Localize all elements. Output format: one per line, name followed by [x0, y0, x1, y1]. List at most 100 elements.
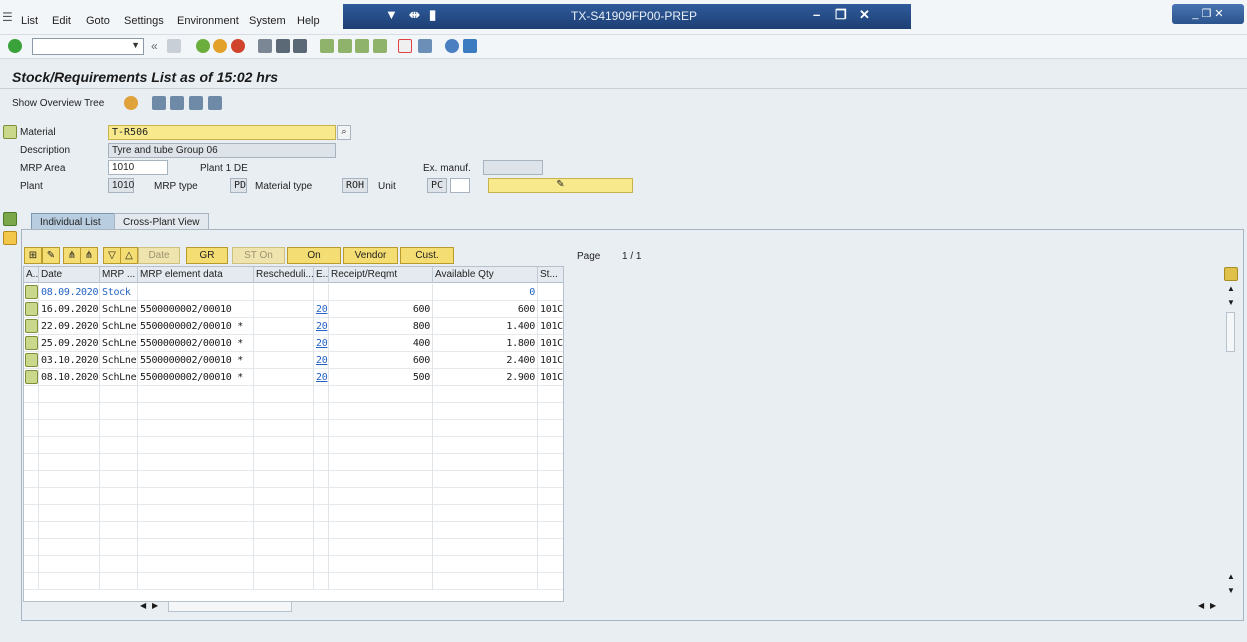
- cell-e[interactable]: [314, 539, 329, 556]
- expand-icon[interactable]: ⊞: [24, 247, 42, 264]
- row-select-cell[interactable]: [24, 369, 39, 386]
- table-row[interactable]: [24, 505, 563, 522]
- cell-e[interactable]: [314, 573, 329, 590]
- customize-icon[interactable]: ⇹: [409, 7, 420, 23]
- scroll-up-bottom-icon[interactable]: ▲: [1227, 572, 1235, 581]
- filter-icon[interactable]: [170, 96, 184, 110]
- find-next-icon[interactable]: [293, 39, 307, 53]
- cell-e[interactable]: [314, 471, 329, 488]
- user-icon[interactable]: [124, 96, 138, 110]
- table-row[interactable]: 22.09.2020 SchLne 5500000002/00010 * 20 800 1…: [24, 318, 563, 335]
- cell-e[interactable]: [314, 522, 329, 539]
- row-select-cell[interactable]: [24, 522, 39, 539]
- col-header-mrp[interactable]: MRP ...: [100, 267, 138, 283]
- vertical-scrollbar[interactable]: ▲ ▼ ▲ ▼: [1224, 266, 1238, 602]
- table-row[interactable]: [24, 471, 563, 488]
- cell-e[interactable]: [314, 403, 329, 420]
- mrp-area-field[interactable]: 1010: [108, 160, 168, 175]
- cell-e[interactable]: [314, 488, 329, 505]
- cell-e[interactable]: [314, 437, 329, 454]
- on-button[interactable]: On: [287, 247, 341, 264]
- last-page-icon[interactable]: [373, 39, 387, 53]
- scroll-down-icon[interactable]: ▼: [1227, 298, 1235, 307]
- row-select-cell[interactable]: [24, 556, 39, 573]
- tab-individual-list[interactable]: Individual List: [31, 213, 115, 230]
- vertical-scroll-thumb[interactable]: [1226, 312, 1235, 352]
- row-select-cell[interactable]: [24, 539, 39, 556]
- detail-magnifier-icon[interactable]: [25, 370, 38, 384]
- row-select-cell[interactable]: [24, 420, 39, 437]
- exit-icon[interactable]: [213, 39, 227, 53]
- collapse-icon[interactable]: ▽: [103, 247, 121, 264]
- detail-magnifier-icon[interactable]: [25, 353, 38, 367]
- row-select-cell[interactable]: [24, 352, 39, 369]
- back-icon[interactable]: [196, 39, 210, 53]
- row-select-cell[interactable]: [24, 301, 39, 318]
- horizontal-scrollbar[interactable]: ◀ ▶ ◀ ▶: [138, 601, 1223, 613]
- row-select-cell[interactable]: [24, 505, 39, 522]
- table-row[interactable]: 25.09.2020 SchLne 5500000002/00010 * 20 400 1…: [24, 335, 563, 352]
- row-select-cell[interactable]: [24, 471, 39, 488]
- cust-button[interactable]: Cust.: [400, 247, 454, 264]
- tree-left-icon[interactable]: ⋔: [63, 247, 81, 264]
- gr-button[interactable]: GR: [186, 247, 228, 264]
- folder-icon[interactable]: [3, 231, 17, 245]
- menu-settings[interactable]: Settings: [124, 15, 164, 27]
- row-select-cell[interactable]: [24, 403, 39, 420]
- row-select-cell[interactable]: [24, 454, 39, 471]
- vendor-button[interactable]: Vendor: [343, 247, 398, 264]
- col-header-rescheduling[interactable]: Rescheduli...: [254, 267, 314, 283]
- layout-menu-icon[interactable]: [463, 39, 477, 53]
- table-row[interactable]: 08.09.2020 Stock 0: [24, 284, 563, 301]
- cell-e[interactable]: 20: [314, 352, 329, 369]
- detail-magnifier-icon[interactable]: [25, 319, 38, 333]
- save-icon[interactable]: [167, 39, 181, 53]
- col-header-mrp-element-data[interactable]: MRP element data: [138, 267, 254, 283]
- row-select-cell[interactable]: [24, 386, 39, 403]
- st-on-button[interactable]: ST On: [232, 247, 285, 264]
- table-row[interactable]: 08.10.2020 SchLne 5500000002/00010 * 20 500 2…: [24, 369, 563, 386]
- table-row[interactable]: [24, 420, 563, 437]
- restore-icon[interactable]: ❐: [835, 7, 847, 23]
- table-row[interactable]: [24, 539, 563, 556]
- find-icon[interactable]: [276, 39, 290, 53]
- table-row[interactable]: [24, 403, 563, 420]
- print-icon[interactable]: [258, 39, 272, 53]
- table-row[interactable]: [24, 488, 563, 505]
- scroll-right-icon[interactable]: ▶: [152, 601, 158, 610]
- refresh-icon[interactable]: [152, 96, 166, 110]
- table-row[interactable]: [24, 386, 563, 403]
- scroll-left-end-icon[interactable]: ◀: [1198, 601, 1204, 610]
- cell-e[interactable]: 20: [314, 318, 329, 335]
- filter-delete-icon[interactable]: [208, 96, 222, 110]
- row-select-cell[interactable]: [24, 488, 39, 505]
- table-row[interactable]: [24, 454, 563, 471]
- cell-e[interactable]: 20: [314, 369, 329, 386]
- row-select-cell[interactable]: [24, 573, 39, 590]
- material-field[interactable]: T-R506: [108, 125, 336, 140]
- sum-icon[interactable]: [3, 212, 17, 226]
- row-select-cell[interactable]: [24, 318, 39, 335]
- previous-page-icon[interactable]: [338, 39, 352, 53]
- cell-e[interactable]: [314, 556, 329, 573]
- menu-system[interactable]: System: [249, 15, 286, 27]
- settings-icon[interactable]: [189, 96, 203, 110]
- minimize-icon[interactable]: –: [813, 7, 820, 22]
- first-page-icon[interactable]: [320, 39, 334, 53]
- table-row[interactable]: [24, 556, 563, 573]
- search-icon[interactable]: ⌕: [337, 125, 351, 140]
- cell-e[interactable]: [314, 454, 329, 471]
- cancel-icon[interactable]: [231, 39, 245, 53]
- menu-goto[interactable]: Goto: [86, 15, 110, 27]
- edit-note-button[interactable]: ✎: [488, 178, 633, 193]
- col-header-available-qty[interactable]: Available Qty: [433, 267, 538, 283]
- scroll-up-icon[interactable]: ▲: [1227, 284, 1235, 293]
- col-header-st[interactable]: St...: [538, 267, 563, 283]
- row-select-cell[interactable]: [24, 284, 39, 301]
- cell-e[interactable]: [314, 386, 329, 403]
- back-double-icon[interactable]: «: [151, 39, 158, 53]
- col-header-date[interactable]: Date: [39, 267, 100, 283]
- table-row[interactable]: [24, 573, 563, 590]
- menu-edit[interactable]: Edit: [52, 15, 71, 27]
- table-row[interactable]: 03.10.2020 SchLne 5500000002/00010 * 20 600 2…: [24, 352, 563, 369]
